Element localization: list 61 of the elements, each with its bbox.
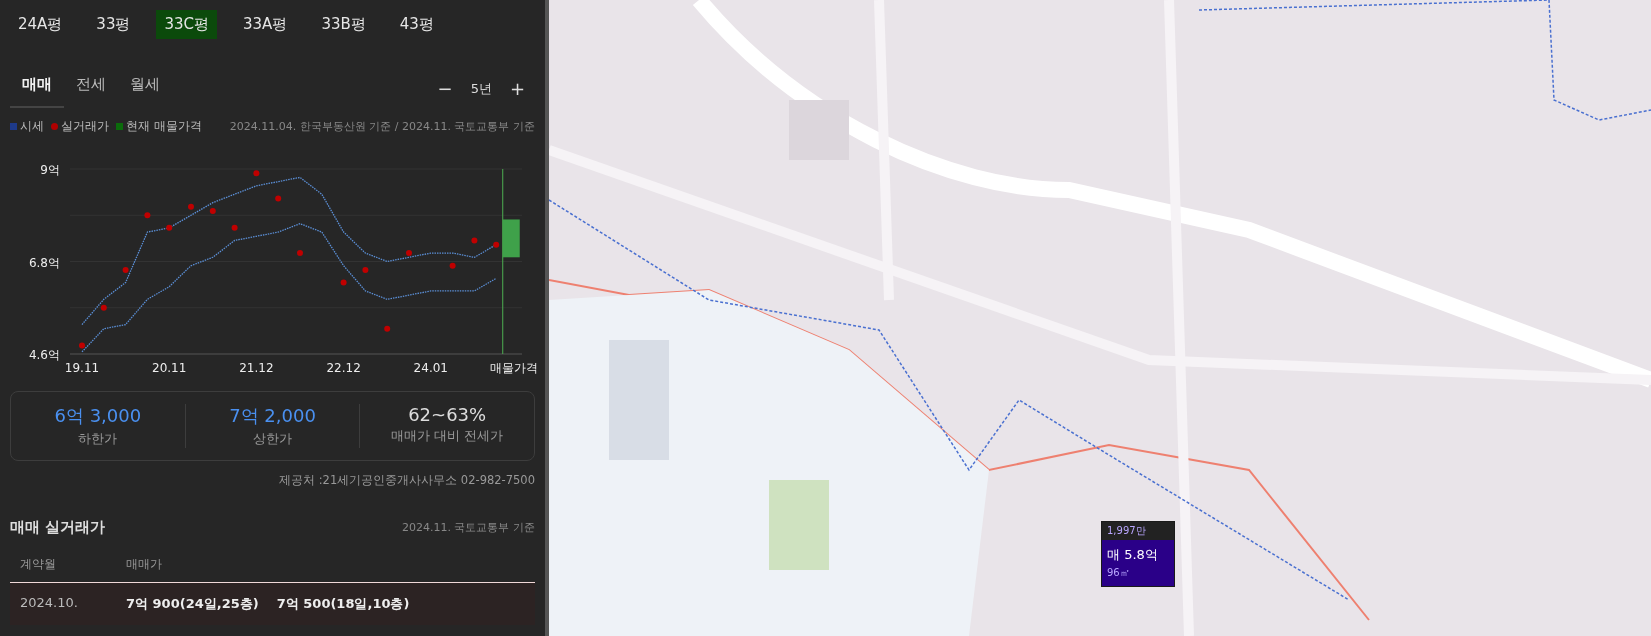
transaction-dot (493, 241, 500, 248)
section-title: 매매 실거래가 (10, 518, 106, 537)
transaction-dot (100, 304, 107, 311)
deal-type-tab[interactable]: 매매 (10, 69, 64, 108)
x-axis-label: 24.01 (413, 361, 448, 375)
deal-type-tab[interactable]: 월세 (118, 69, 172, 108)
x-axis-label: 22.12 (326, 361, 361, 375)
transaction-dot (471, 237, 478, 244)
marker-area: 96㎡ (1102, 566, 1174, 586)
x-axis-label: 매물가격 (490, 361, 538, 375)
transaction-dot (275, 195, 282, 202)
summary-label: 하한가 (78, 430, 118, 448)
transaction-dot (122, 266, 129, 273)
size-tab[interactable]: 33B평 (313, 10, 374, 39)
increase-period-button[interactable]: + (505, 78, 529, 99)
transaction-dot (166, 224, 173, 231)
size-tab[interactable]: 33A평 (235, 10, 296, 39)
legend-label: 시세 (20, 118, 44, 135)
y-axis-label: 4.6억 (28, 348, 60, 362)
summary-label: 상한가 (253, 430, 292, 448)
marker-price: 매 5.8억 (1106, 546, 1159, 564)
period-value: 5년 (470, 79, 492, 98)
x-axis-label: 20.11 (152, 361, 187, 375)
transaction-dot (231, 224, 238, 231)
deal-type-tab[interactable]: 전세 (64, 69, 118, 108)
size-tab[interactable]: 33평 (88, 10, 139, 39)
x-axis-label: 19.11 (64, 361, 100, 375)
transaction-dot (362, 266, 369, 273)
table-cell: 7억 900(24일,25층) (126, 595, 259, 613)
summary-label: 매매가 대비 전세가 (391, 427, 504, 445)
summary-value: 62~63% (408, 404, 487, 425)
transaction-dot (297, 250, 303, 257)
transaction-dot (209, 208, 216, 215)
source-note: 2024.11. 국토교통부 기준 (402, 520, 535, 535)
transaction-dot (449, 262, 456, 269)
y-axis-label: 6.8억 (28, 255, 60, 270)
x-axis-label: 21.12 (239, 361, 274, 375)
transaction-dot (253, 170, 260, 177)
size-tab[interactable]: 24A평 (10, 10, 71, 39)
source-note: 2024.11.04. 한국부동산원 기준 / 2024.11. 국토교통부 기준 (229, 119, 535, 134)
size-tab[interactable]: 33C평 (156, 10, 217, 39)
column-header: 계약월 (20, 557, 57, 572)
summary-value: 6억 3,000 (54, 404, 142, 428)
provider-note: 제공처 :21세기공인중개사사무소 02-982-7500 (279, 473, 535, 488)
summary-value: 7억 2,000 (229, 404, 316, 428)
transaction-dot (340, 279, 347, 286)
table-cell: 7억 500(18일,10층) (276, 595, 410, 613)
marker-unit-price: 1,997만 (1102, 522, 1174, 540)
legend-label: 현재 매물가격 (126, 118, 202, 135)
transaction-dot (188, 203, 194, 210)
transaction-dot (79, 342, 85, 349)
price-marker[interactable]: 1,997만 매 5.8억 96㎡ (1101, 521, 1175, 587)
transaction-dot (384, 325, 391, 332)
transaction-dot (406, 250, 412, 257)
transaction-dot (144, 212, 151, 219)
legend-label: 실거래가 (61, 118, 109, 135)
column-header: 매매가 (126, 557, 163, 572)
y-axis-label: 9억 (40, 163, 60, 177)
table-cell-text: 2024.10. (20, 595, 79, 612)
size-tab[interactable]: 43평 (391, 10, 442, 39)
decrease-period-button[interactable]: − (433, 78, 457, 99)
